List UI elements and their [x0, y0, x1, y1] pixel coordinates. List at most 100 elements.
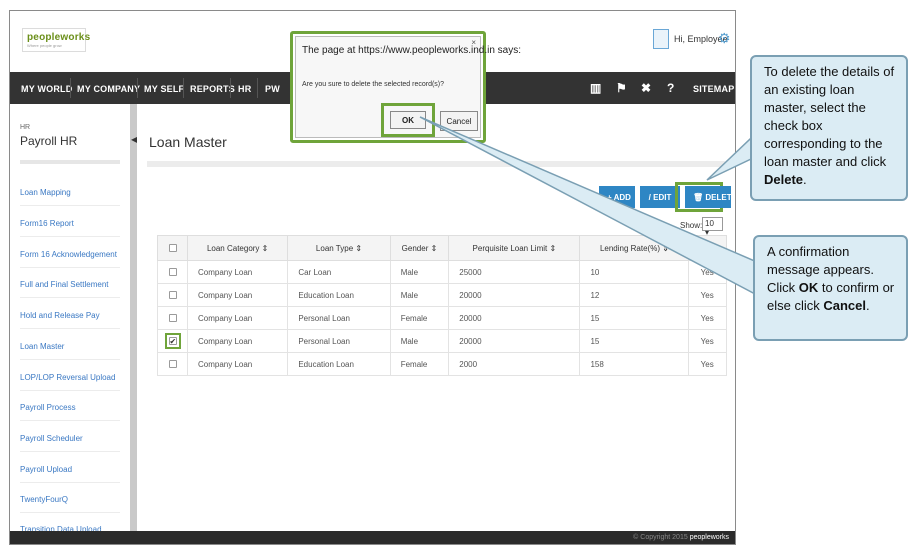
column-header-gender[interactable]: Gender ⇕ — [389, 235, 450, 261]
flag-icon[interactable]: ⚑ — [616, 81, 627, 95]
nav-item-my-company[interactable]: MY COMPANY — [77, 84, 140, 94]
row-select-cell — [157, 352, 188, 376]
copyright-text: © Copyright 2015 — [633, 534, 688, 541]
table-row[interactable]: Company Loan Car Loan Male 25000 10 Yes — [157, 260, 727, 284]
sidebar-scrollbar[interactable] — [130, 104, 137, 534]
page-size-select[interactable]: 10 ▾ — [702, 217, 723, 237]
cell-gender: Male — [389, 283, 450, 307]
sidebar-item-form16-acknowledgement[interactable]: Form 16 Acknowledgement — [20, 250, 120, 268]
cell-perquisite-limit: 25000 — [448, 260, 581, 284]
nav-sitemap[interactable]: SITEMAP — [693, 84, 734, 94]
sidebar-item-payroll-upload[interactable]: Payroll Upload — [20, 465, 120, 483]
nav-divider — [137, 78, 138, 98]
sidebar-item-payroll-process[interactable]: Payroll Process — [20, 403, 120, 421]
cell-active: Yes — [688, 306, 727, 330]
table-row[interactable]: ✔ Company Loan Personal Loan Male 20000 … — [157, 329, 727, 353]
sidebar-item-payroll-scheduler[interactable]: Payroll Scheduler — [20, 434, 120, 452]
column-header-lending-rate[interactable]: Lending Rate(%) ⇕ — [579, 235, 690, 261]
delete-instruction-callout: To delete the details of an existing loa… — [750, 55, 908, 201]
peopleworks-logo[interactable]: peopleworks Where people grow — [22, 28, 91, 52]
sidebar-item-loan-master[interactable]: Loan Master — [20, 342, 120, 360]
sidebar-item-twentyfourq[interactable]: TwentyFourQ — [20, 495, 120, 513]
cell-loan-category: Company Loan — [186, 283, 289, 307]
logo-text: peopleworks — [27, 32, 91, 43]
cell-loan-type: Education Loan — [287, 352, 391, 376]
footer-brand: peopleworks — [689, 534, 729, 541]
sidebar-item-hold-release-pay[interactable]: Hold and Release Pay — [20, 311, 120, 329]
ok-button[interactable]: OK — [390, 111, 426, 129]
callout-text: . — [803, 172, 807, 187]
footer-copyright: © Copyright 2015 peopleworks — [633, 534, 729, 541]
add-button[interactable]: + ADD — [599, 186, 635, 208]
select-all-checkbox[interactable] — [168, 244, 177, 253]
tools-icon[interactable]: ✖ — [641, 81, 651, 95]
table-header-row: Loan Category ⇕ Loan Type ⇕ Gender ⇕ Per… — [157, 235, 727, 261]
cell-active: Yes — [688, 283, 727, 307]
cell-loan-category: Company Loan — [186, 352, 289, 376]
book-icon[interactable]: ▥ — [590, 81, 601, 95]
cell-gender: Female — [389, 306, 450, 330]
cell-lending-rate: 158 — [579, 352, 690, 376]
callout-emphasis: Delete — [764, 172, 804, 187]
nav-item-reports[interactable]: REPORTS — [190, 84, 235, 94]
callout-emphasis: OK — [798, 280, 819, 295]
confirm-dialog: The page at https://www.peopleworks.ind.… — [295, 36, 521, 138]
edit-button[interactable]: / EDIT — [640, 186, 680, 208]
dialog-highlight: The page at https://www.peopleworks.ind.… — [290, 31, 521, 143]
sidebar-item-lop-reversal-upload[interactable]: LOP/LOP Reversal Upload — [20, 373, 120, 391]
cell-perquisite-limit: 2000 — [448, 352, 581, 376]
row-checkbox[interactable] — [168, 291, 177, 300]
ok-highlight: OK — [381, 103, 435, 137]
select-all-cell — [157, 235, 188, 261]
cell-loan-type: Car Loan — [287, 260, 391, 284]
callout-text: . — [866, 298, 870, 313]
close-icon[interactable]: × — [471, 38, 476, 47]
cell-loan-type: Education Loan — [287, 283, 391, 307]
cell-lending-rate: 15 — [579, 306, 690, 330]
cancel-button[interactable]: Cancel — [440, 111, 478, 131]
nav-item-pw[interactable]: PW — [265, 84, 280, 94]
cell-active: Yes — [688, 352, 727, 376]
footer-bar: © Copyright 2015 peopleworks — [10, 531, 735, 544]
row-select-cell — [157, 283, 188, 307]
sidebar-item-full-final-settlement[interactable]: Full and Final Settlement — [20, 280, 120, 298]
callout-emphasis: Cancel — [823, 298, 866, 313]
page-size-label: Show: — [680, 221, 703, 230]
column-header-perquisite-limit[interactable]: Perquisite Loan Limit ⇕ — [448, 235, 581, 261]
nav-divider — [183, 78, 184, 98]
nav-item-my-world[interactable]: MY WORLD — [21, 84, 72, 94]
gear-icon[interactable]: ⚙ — [718, 30, 731, 47]
table-row[interactable]: Company Loan Education Loan Female 2000 … — [157, 352, 727, 376]
sidebar-item-form16-report[interactable]: Form16 Report — [20, 219, 120, 237]
app-screenshot-frame: peopleworks Where people grow Hi, Employ… — [9, 10, 736, 545]
cell-gender: Female — [389, 352, 450, 376]
dialog-message: Are you sure to delete the selected reco… — [302, 81, 445, 88]
row-checkbox-checked[interactable]: ✔ — [168, 337, 177, 346]
nav-item-hr[interactable]: HR — [238, 84, 251, 94]
sidebar-divider — [20, 160, 120, 164]
cell-lending-rate: 12 — [579, 283, 690, 307]
title-divider — [147, 161, 725, 167]
nav-item-my-self[interactable]: MY SELF — [144, 84, 184, 94]
nav-divider — [70, 78, 71, 98]
row-select-cell — [157, 260, 188, 284]
sidebar-title: Payroll HR — [20, 134, 78, 148]
column-header-active[interactable]: Active — [688, 235, 727, 261]
cell-loan-type: Personal Loan — [287, 306, 391, 330]
row-checkbox[interactable] — [168, 360, 177, 369]
row-checkbox[interactable] — [168, 314, 177, 323]
cell-loan-type: Personal Loan — [287, 329, 391, 353]
table-row[interactable]: Company Loan Personal Loan Female 20000 … — [157, 306, 727, 330]
column-header-loan-category[interactable]: Loan Category ⇕ — [186, 235, 289, 261]
avatar[interactable] — [653, 29, 669, 49]
delete-button[interactable]: 🗑 DELETE — [685, 186, 735, 208]
cell-lending-rate: 10 — [579, 260, 690, 284]
help-icon[interactable]: ? — [667, 81, 674, 95]
column-header-loan-type[interactable]: Loan Type ⇕ — [287, 235, 391, 261]
row-checkbox[interactable] — [168, 268, 177, 277]
table-row[interactable]: Company Loan Education Loan Male 20000 1… — [157, 283, 727, 307]
cell-loan-category: Company Loan — [186, 306, 289, 330]
logo-tagline: Where people grow — [27, 43, 62, 48]
sidebar-item-loan-mapping[interactable]: Loan Mapping — [20, 188, 120, 206]
loan-master-table: Loan Category ⇕ Loan Type ⇕ Gender ⇕ Per… — [157, 235, 727, 376]
